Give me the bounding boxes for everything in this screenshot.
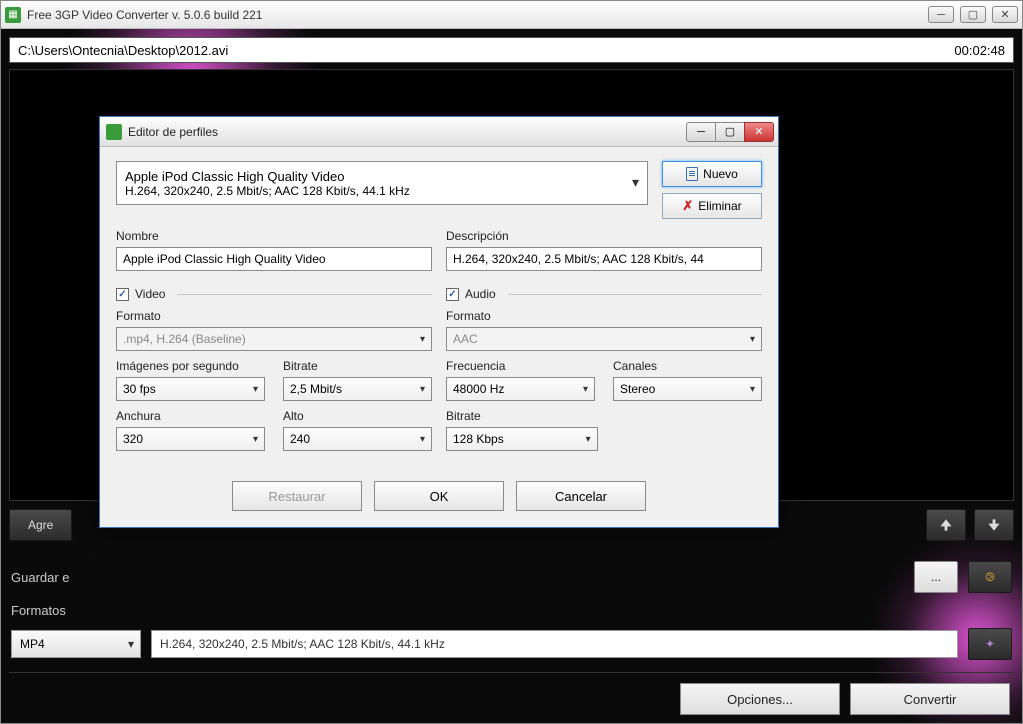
- profile-editor-dialog: Editor de perfiles ─ ▢ ✕ Apple iPod Clas…: [99, 116, 779, 528]
- profile-select[interactable]: Apple iPod Classic High Quality Video H.…: [116, 161, 648, 205]
- audio-header: Audio: [465, 287, 496, 301]
- video-formato-label: Formato: [116, 309, 432, 323]
- desc-input[interactable]: [446, 247, 762, 271]
- video-anchura-label: Anchura: [116, 409, 265, 423]
- bottom-panel: Guardar e ... ⧁ Formatos MP4 H.264, 320x…: [9, 555, 1014, 672]
- x-icon: ✗: [682, 198, 693, 214]
- video-bitrate-select[interactable]: 2,5 Mbit/s: [283, 377, 432, 401]
- app-window: ▦ Free 3GP Video Converter v. 5.0.6 buil…: [0, 0, 1023, 724]
- folder-icon: ⧁: [985, 570, 995, 585]
- video-ips-label: Imágenes por segundo: [116, 359, 265, 373]
- delete-profile-button[interactable]: ✗ Eliminar: [662, 193, 762, 219]
- profile-line2: H.264, 320x240, 2.5 Mbit/s; AAC 128 Kbit…: [125, 184, 619, 198]
- document-icon: [686, 167, 698, 181]
- audio-bitrate-label: Bitrate: [446, 409, 598, 423]
- audio-freq-label: Frecuencia: [446, 359, 595, 373]
- audio-bitrate-select[interactable]: 128 Kbps: [446, 427, 598, 451]
- video-alto-select[interactable]: 240: [283, 427, 432, 451]
- video-formato-select: .mp4, H.264 (Baseline): [116, 327, 432, 351]
- video-checkbox[interactable]: ✓: [116, 288, 129, 301]
- audio-canales-label: Canales: [613, 359, 762, 373]
- arrow-down-icon: [987, 518, 1001, 532]
- browse-button[interactable]: ...: [914, 561, 958, 593]
- add-button[interactable]: Agre: [9, 509, 72, 541]
- close-button[interactable]: ✕: [992, 6, 1018, 23]
- file-path-bar: C:\Users\Ontecnia\Desktop\2012.avi 00:02…: [9, 37, 1014, 63]
- formats-label: Formatos: [11, 603, 91, 618]
- wand-icon: ✦: [985, 637, 995, 651]
- app-icon: ▦: [5, 7, 21, 23]
- video-ips-select[interactable]: 30 fps: [116, 377, 265, 401]
- ok-button[interactable]: OK: [374, 481, 504, 511]
- options-button[interactable]: Opciones...: [680, 683, 840, 715]
- arrow-up-icon: [939, 518, 953, 532]
- dialog-minimize-button[interactable]: ─: [686, 122, 716, 142]
- maximize-button[interactable]: ▢: [960, 6, 986, 23]
- profile-editor-button[interactable]: ✦: [968, 628, 1012, 660]
- nombre-label: Nombre: [116, 229, 432, 243]
- video-alto-label: Alto: [283, 409, 432, 423]
- audio-formato-select: AAC: [446, 327, 762, 351]
- duration: 00:02:48: [954, 43, 1005, 58]
- dialog-close-button[interactable]: ✕: [744, 122, 774, 142]
- move-down-button[interactable]: [974, 509, 1014, 541]
- audio-freq-select[interactable]: 48000 Hz: [446, 377, 595, 401]
- app-title: Free 3GP Video Converter v. 5.0.6 build …: [27, 8, 928, 22]
- dialog-icon: [106, 124, 122, 140]
- audio-checkbox[interactable]: ✓: [446, 288, 459, 301]
- minimize-button[interactable]: ─: [928, 6, 954, 23]
- move-up-button[interactable]: [926, 509, 966, 541]
- open-folder-button[interactable]: ⧁: [968, 561, 1012, 593]
- cancel-button[interactable]: Cancelar: [516, 481, 646, 511]
- nombre-input[interactable]: [116, 247, 432, 271]
- profile-line1: Apple iPod Classic High Quality Video: [125, 169, 619, 184]
- file-path: C:\Users\Ontecnia\Desktop\2012.avi: [18, 43, 954, 58]
- video-section: ✓ Video Formato .mp4, H.264 (Baseline) I…: [116, 287, 432, 451]
- restore-button: Restaurar: [232, 481, 362, 511]
- dialog-titlebar[interactable]: Editor de perfiles ─ ▢ ✕: [100, 117, 778, 147]
- dialog-body: Apple iPod Classic High Quality Video H.…: [100, 147, 778, 527]
- format-detail: H.264, 320x240, 2.5 Mbit/s; AAC 128 Kbit…: [151, 630, 958, 658]
- audio-canales-select[interactable]: Stereo: [613, 377, 762, 401]
- dialog-maximize-button[interactable]: ▢: [715, 122, 745, 142]
- audio-section: ✓ Audio Formato AAC Frecuencia 48000 Hz: [446, 287, 762, 451]
- audio-formato-label: Formato: [446, 309, 762, 323]
- video-bitrate-label: Bitrate: [283, 359, 432, 373]
- save-label: Guardar e: [11, 570, 91, 585]
- dialog-title: Editor de perfiles: [128, 125, 687, 139]
- footer-row: Opciones... Convertir: [9, 672, 1014, 715]
- new-profile-button[interactable]: Nuevo: [662, 161, 762, 187]
- convert-button[interactable]: Convertir: [850, 683, 1010, 715]
- desc-label: Descripción: [446, 229, 762, 243]
- video-anchura-select[interactable]: 320: [116, 427, 265, 451]
- app-titlebar[interactable]: ▦ Free 3GP Video Converter v. 5.0.6 buil…: [1, 1, 1022, 29]
- video-header: Video: [135, 287, 165, 301]
- format-select[interactable]: MP4: [11, 630, 141, 658]
